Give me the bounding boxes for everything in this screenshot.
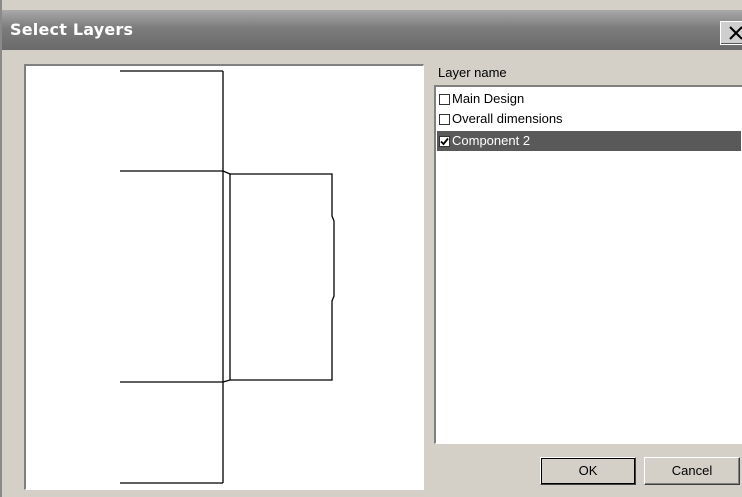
layer-checkbox[interactable] [439,136,450,147]
layer-label: Component 2 [452,133,531,148]
layer-checkbox[interactable] [439,114,450,125]
layer-name-header: Layer name [438,65,507,80]
layer-item-overall-dimensions[interactable]: Overall dimensions [437,109,741,129]
layer-label: Overall dimensions [452,111,563,126]
dialog-title: Select Layers [10,20,134,39]
layer-item-component-2[interactable]: Component 2 [437,131,741,151]
ok-button[interactable]: OK [540,457,636,485]
title-bar[interactable]: Select Layers [2,10,742,50]
layer-label: Main Design [452,91,525,106]
drawing-preview [120,70,335,484]
layers-list[interactable]: Main Design Overall dimensions Component… [434,85,742,444]
cancel-button[interactable]: Cancel [644,457,740,485]
select-layers-dialog: Select Layers Layer name Main Design Ove… [0,0,742,497]
close-button[interactable] [720,21,742,45]
check-icon [440,137,449,146]
layer-checkbox[interactable] [439,94,450,105]
close-icon [729,26,742,40]
layer-preview-canvas [24,64,424,490]
layer-item-main-design[interactable]: Main Design [437,89,741,109]
